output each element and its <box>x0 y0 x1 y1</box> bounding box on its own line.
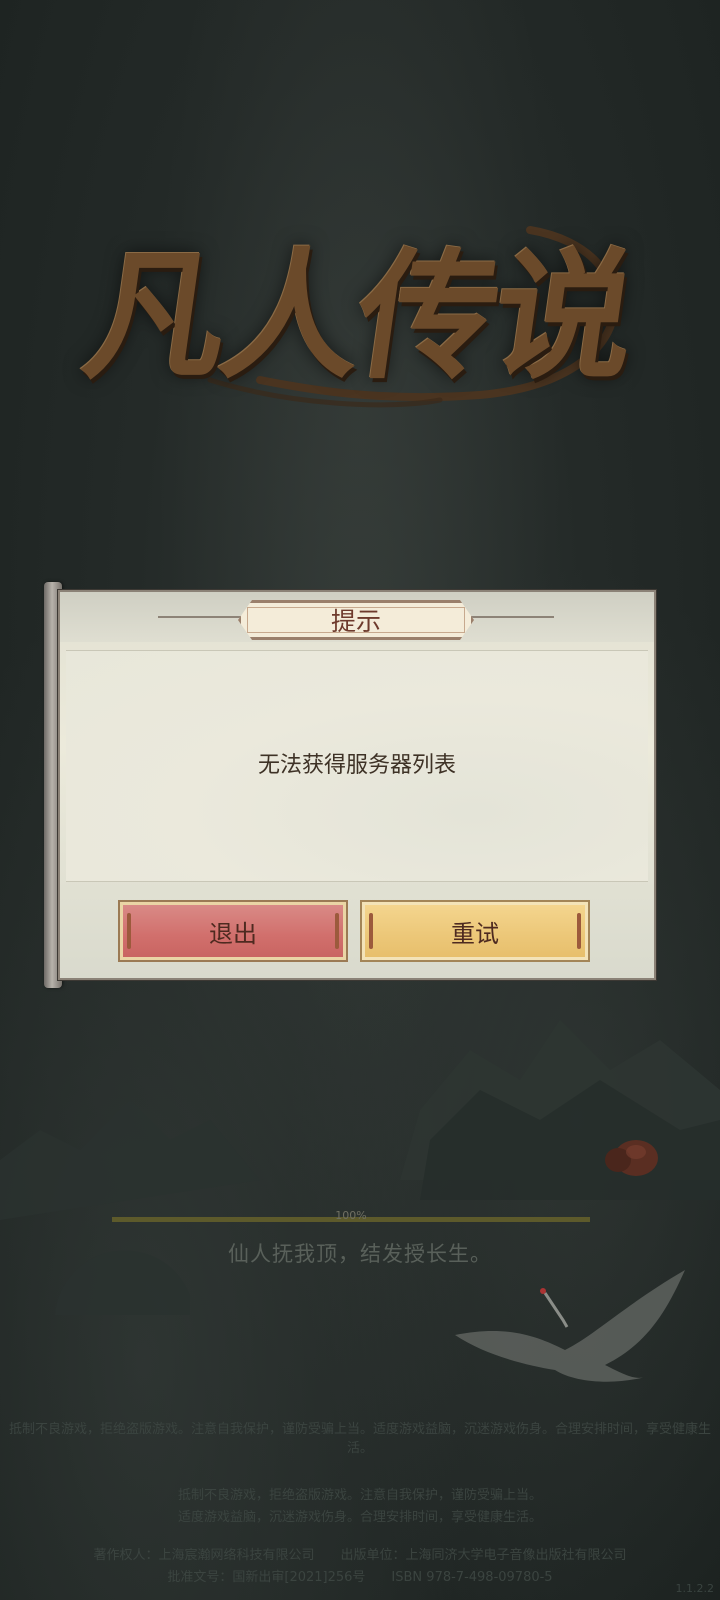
title-line-left <box>158 616 248 618</box>
retry-button[interactable]: 重试 <box>360 900 590 962</box>
retry-button-label: 重试 <box>451 919 499 948</box>
button-ornament-left <box>369 913 373 949</box>
alert-dialog: 提示 无法获得服务器列表 退出 重试 <box>44 582 658 988</box>
dialog-title: 提示 <box>330 607 381 636</box>
loading-tip: 仙人抚我顶，结发授长生。 <box>228 1242 492 1266</box>
crane-icon <box>455 1270 685 1382</box>
logo-text: 凡人传说 <box>74 235 642 399</box>
button-ornament-right <box>577 913 581 949</box>
copyright-text: 著作权人：上海宸瀚网络科技有限公司 出版单位：上海同济大学电子音像出版社有限公司 <box>93 1548 627 1563</box>
gourd-icon <box>605 1140 658 1176</box>
approval-text: 批准文号：国新出审[2021]256号 ISBN 978-7-498-09780… <box>167 1570 553 1585</box>
dialog-message-area: 无法获得服务器列表 <box>66 650 648 882</box>
health-notice-line-2: 抵制不良游戏，拒绝盗版游戏。注意自我保护，谨防受骗上当。 <box>177 1488 542 1503</box>
version-text: 1.1.2.2 <box>675 1582 714 1595</box>
mountain-scenery <box>0 1020 720 1220</box>
health-notice-line-3: 适度游戏益脑，沉迷游戏伤身。合理安排时间，享受健康生活。 <box>177 1510 542 1525</box>
health-notice-line-1: 抵制不良游戏，拒绝盗版游戏。注意自我保护，谨防受骗上当。适度游戏益脑，沉迷游戏伤… <box>8 1422 711 1456</box>
title-line-right <box>464 616 554 618</box>
loading-progress-label: 100% <box>335 1209 367 1222</box>
button-ornament-left <box>127 913 131 949</box>
dialog-header: 提示 <box>60 592 654 642</box>
dialog-panel: 提示 无法获得服务器列表 退出 重试 <box>58 590 656 980</box>
dialog-message: 无法获得服务器列表 <box>257 753 456 778</box>
exit-button-label: 退出 <box>209 919 257 948</box>
game-logo: 凡人传说 <box>60 190 660 420</box>
exit-button[interactable]: 退出 <box>118 900 348 962</box>
dialog-title-plate: 提示 <box>238 600 474 640</box>
button-ornament-right <box>335 913 339 949</box>
